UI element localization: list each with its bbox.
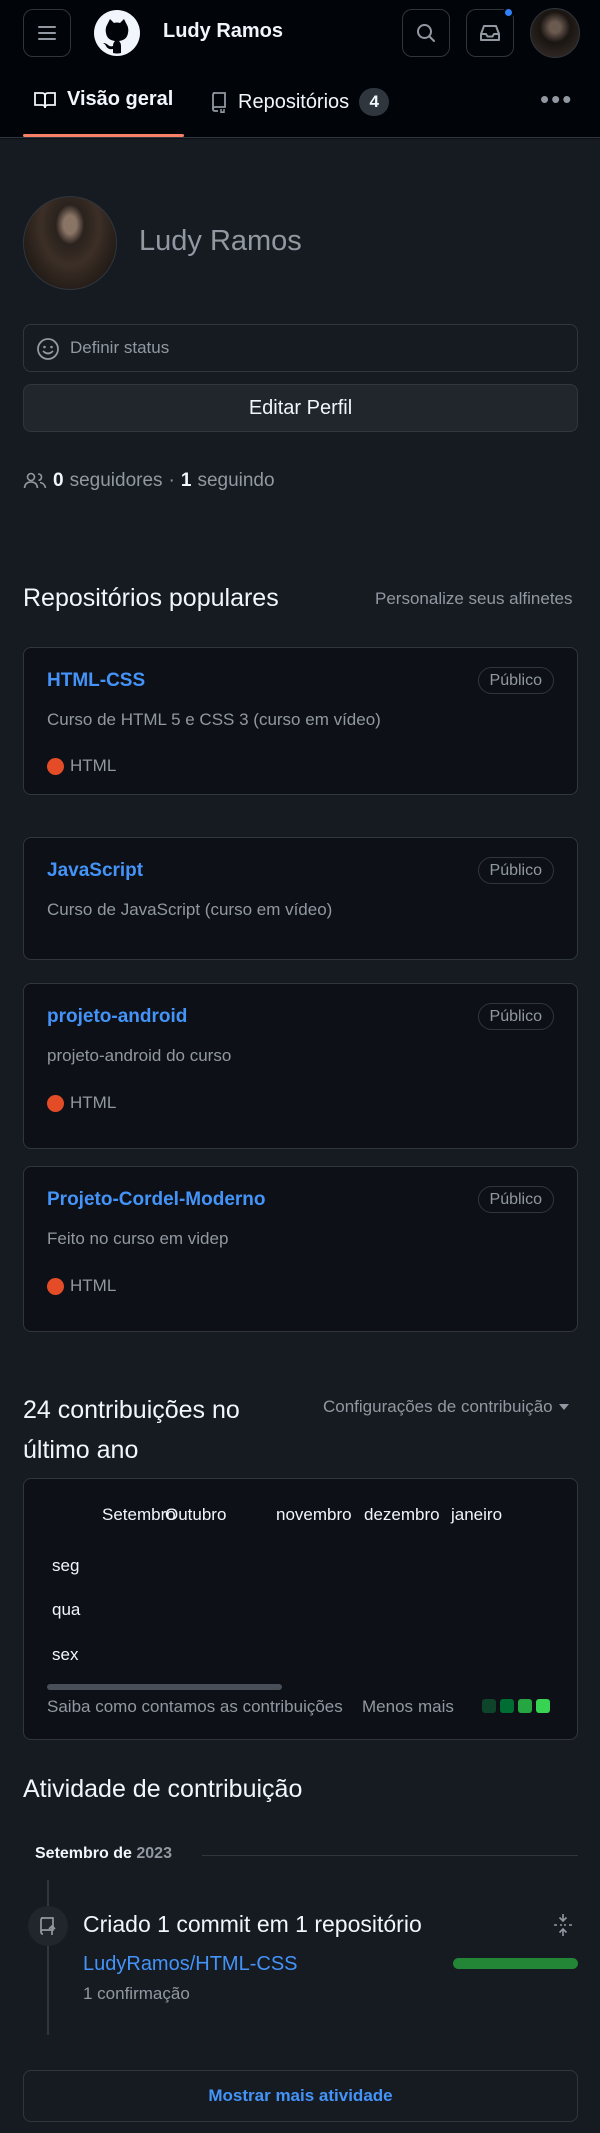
activity-repo-link[interactable]: LudyRamos/HTML-CSS bbox=[83, 1953, 298, 1976]
set-status-label: Definir status bbox=[70, 338, 170, 357]
search-icon bbox=[417, 24, 435, 42]
book-open-icon bbox=[34, 91, 56, 108]
smiley-icon bbox=[37, 338, 59, 360]
month-divider bbox=[202, 1855, 578, 1856]
calendar-scrollbar[interactable] bbox=[47, 1684, 282, 1690]
repo-description: Curso de HTML 5 e CSS 3 (curso em vídeo) bbox=[47, 710, 381, 729]
repositories-count-badge: 4 bbox=[359, 88, 390, 116]
legend-less-label: Menos bbox=[362, 1697, 414, 1716]
more-options-icon[interactable]: ••• bbox=[540, 84, 573, 115]
follow-separator: · bbox=[168, 470, 175, 491]
visibility-badge: Público bbox=[477, 1003, 554, 1030]
month-label: janeiro bbox=[451, 1505, 503, 1524]
popular-repos-title: Repositórios populares bbox=[23, 584, 279, 612]
repo-description: Feito no curso em videp bbox=[47, 1229, 229, 1248]
repo-card[interactable]: Projeto-Cordel-Moderno Público Feito no … bbox=[23, 1166, 578, 1332]
repo-name-link[interactable]: projeto-android bbox=[47, 1006, 187, 1028]
repo-card[interactable]: JavaScript Público Curso de JavaScript (… bbox=[23, 837, 578, 960]
legend-square bbox=[482, 1699, 496, 1713]
show-more-activity-button[interactable]: Mostrar mais atividade bbox=[23, 2070, 578, 2122]
legend-more-label: mais bbox=[418, 1697, 454, 1716]
hamburger-menu-button[interactable] bbox=[23, 9, 71, 57]
repo-name-link[interactable]: HTML-CSS bbox=[47, 670, 145, 692]
activity-summary: Criado 1 commit em 1 repositório bbox=[83, 1911, 422, 1937]
tab-repositories-label: Repositórios bbox=[238, 90, 350, 113]
search-button[interactable] bbox=[402, 9, 450, 57]
selected-tab-underline bbox=[23, 134, 184, 137]
day-label: sex bbox=[52, 1645, 79, 1664]
legend-square bbox=[500, 1699, 514, 1713]
day-label: qua bbox=[52, 1600, 81, 1619]
profile-avatar[interactable] bbox=[23, 196, 117, 290]
people-icon bbox=[23, 472, 47, 489]
repo-card[interactable]: HTML-CSS Público Curso de HTML 5 e CSS 3… bbox=[23, 647, 578, 795]
header-username[interactable]: Ludy Ramos bbox=[163, 20, 283, 43]
day-label: seg bbox=[52, 1556, 80, 1575]
activity-title: Atividade de contribuição bbox=[23, 1775, 303, 1803]
set-status-button[interactable]: Definir status bbox=[23, 324, 578, 372]
contribution-settings-label: Configurações de contribuição bbox=[323, 1397, 553, 1416]
language-color-dot bbox=[47, 1094, 64, 1112]
following-label[interactable]: seguindo bbox=[197, 470, 274, 492]
visibility-badge: Público bbox=[477, 667, 554, 694]
activity-year: 2023 bbox=[136, 1845, 172, 1862]
activity-confirmations[interactable]: 1 confirmação bbox=[83, 1984, 190, 2004]
timeline-line bbox=[47, 1880, 49, 2035]
language-color-dot bbox=[47, 757, 64, 775]
following-count[interactable]: 1 bbox=[181, 470, 192, 492]
language-label: HTML bbox=[70, 1276, 117, 1295]
followers-count[interactable]: 0 bbox=[53, 470, 64, 492]
repo-name-link[interactable]: JavaScript bbox=[47, 860, 143, 882]
tab-overview[interactable]: Visão geral bbox=[33, 88, 173, 111]
followers-label[interactable]: seguidores bbox=[70, 470, 163, 492]
repo-icon bbox=[212, 92, 226, 113]
notification-indicator bbox=[503, 7, 514, 18]
repo-description: projeto-android do curso bbox=[47, 1046, 232, 1065]
repo-language: HTML bbox=[47, 756, 116, 776]
caret-down-icon bbox=[558, 1404, 569, 1410]
hamburger-menu-icon bbox=[38, 26, 56, 40]
edit-profile-button[interactable]: Editar Perfil bbox=[23, 384, 578, 432]
tab-overview-label: Visão geral bbox=[67, 88, 174, 110]
legend-square bbox=[536, 1699, 550, 1713]
activity-month-header: Setembro de 2023 bbox=[35, 1845, 172, 1863]
language-label: HTML bbox=[70, 756, 117, 775]
how-contributions-counted-link[interactable]: Saiba como contamos as contribuições bbox=[47, 1697, 343, 1717]
fold-icon[interactable] bbox=[552, 1912, 574, 1938]
inbox-icon bbox=[480, 25, 500, 41]
repo-language: HTML bbox=[47, 1093, 116, 1113]
github-logo[interactable] bbox=[93, 9, 141, 57]
app-header: Ludy Ramos Visão geral Repositórios 4 ••… bbox=[0, 0, 600, 138]
commit-progress-bar bbox=[453, 1958, 578, 1969]
repo-name-link[interactable]: Projeto-Cordel-Moderno bbox=[47, 1189, 266, 1211]
month-label: novembro bbox=[276, 1505, 352, 1524]
repo-description: Curso de JavaScript (curso em vídeo) bbox=[47, 900, 333, 919]
visibility-badge: Público bbox=[477, 1186, 554, 1213]
month-label: Outubro bbox=[165, 1505, 227, 1524]
repo-language: HTML bbox=[47, 1276, 116, 1296]
month-label: dezembro bbox=[364, 1505, 440, 1524]
tab-repositories[interactable]: Repositórios 4 bbox=[210, 88, 390, 116]
follow-stats: 0 seguidores · 1 seguindo bbox=[23, 470, 275, 492]
legend-square bbox=[518, 1699, 532, 1713]
customize-pins-link[interactable]: Personalize seus alfinetes bbox=[375, 589, 573, 609]
contributions-title: 24 contribuições no último ano bbox=[23, 1396, 240, 1464]
activity-month: Setembro de bbox=[35, 1845, 132, 1862]
contribution-calendar: Setembro Outubro novembro dezembro janei… bbox=[23, 1478, 578, 1740]
avatar[interactable] bbox=[530, 8, 580, 58]
language-color-dot bbox=[47, 1277, 64, 1295]
repo-card[interactable]: projeto-android Público projeto-android … bbox=[23, 983, 578, 1149]
repo-push-icon bbox=[28, 1906, 68, 1946]
visibility-badge: Público bbox=[477, 857, 554, 884]
language-label: HTML bbox=[70, 1093, 117, 1112]
contribution-settings-dropdown[interactable]: Configurações de contribuição bbox=[323, 1397, 570, 1417]
profile-name: Ludy Ramos bbox=[139, 225, 302, 257]
